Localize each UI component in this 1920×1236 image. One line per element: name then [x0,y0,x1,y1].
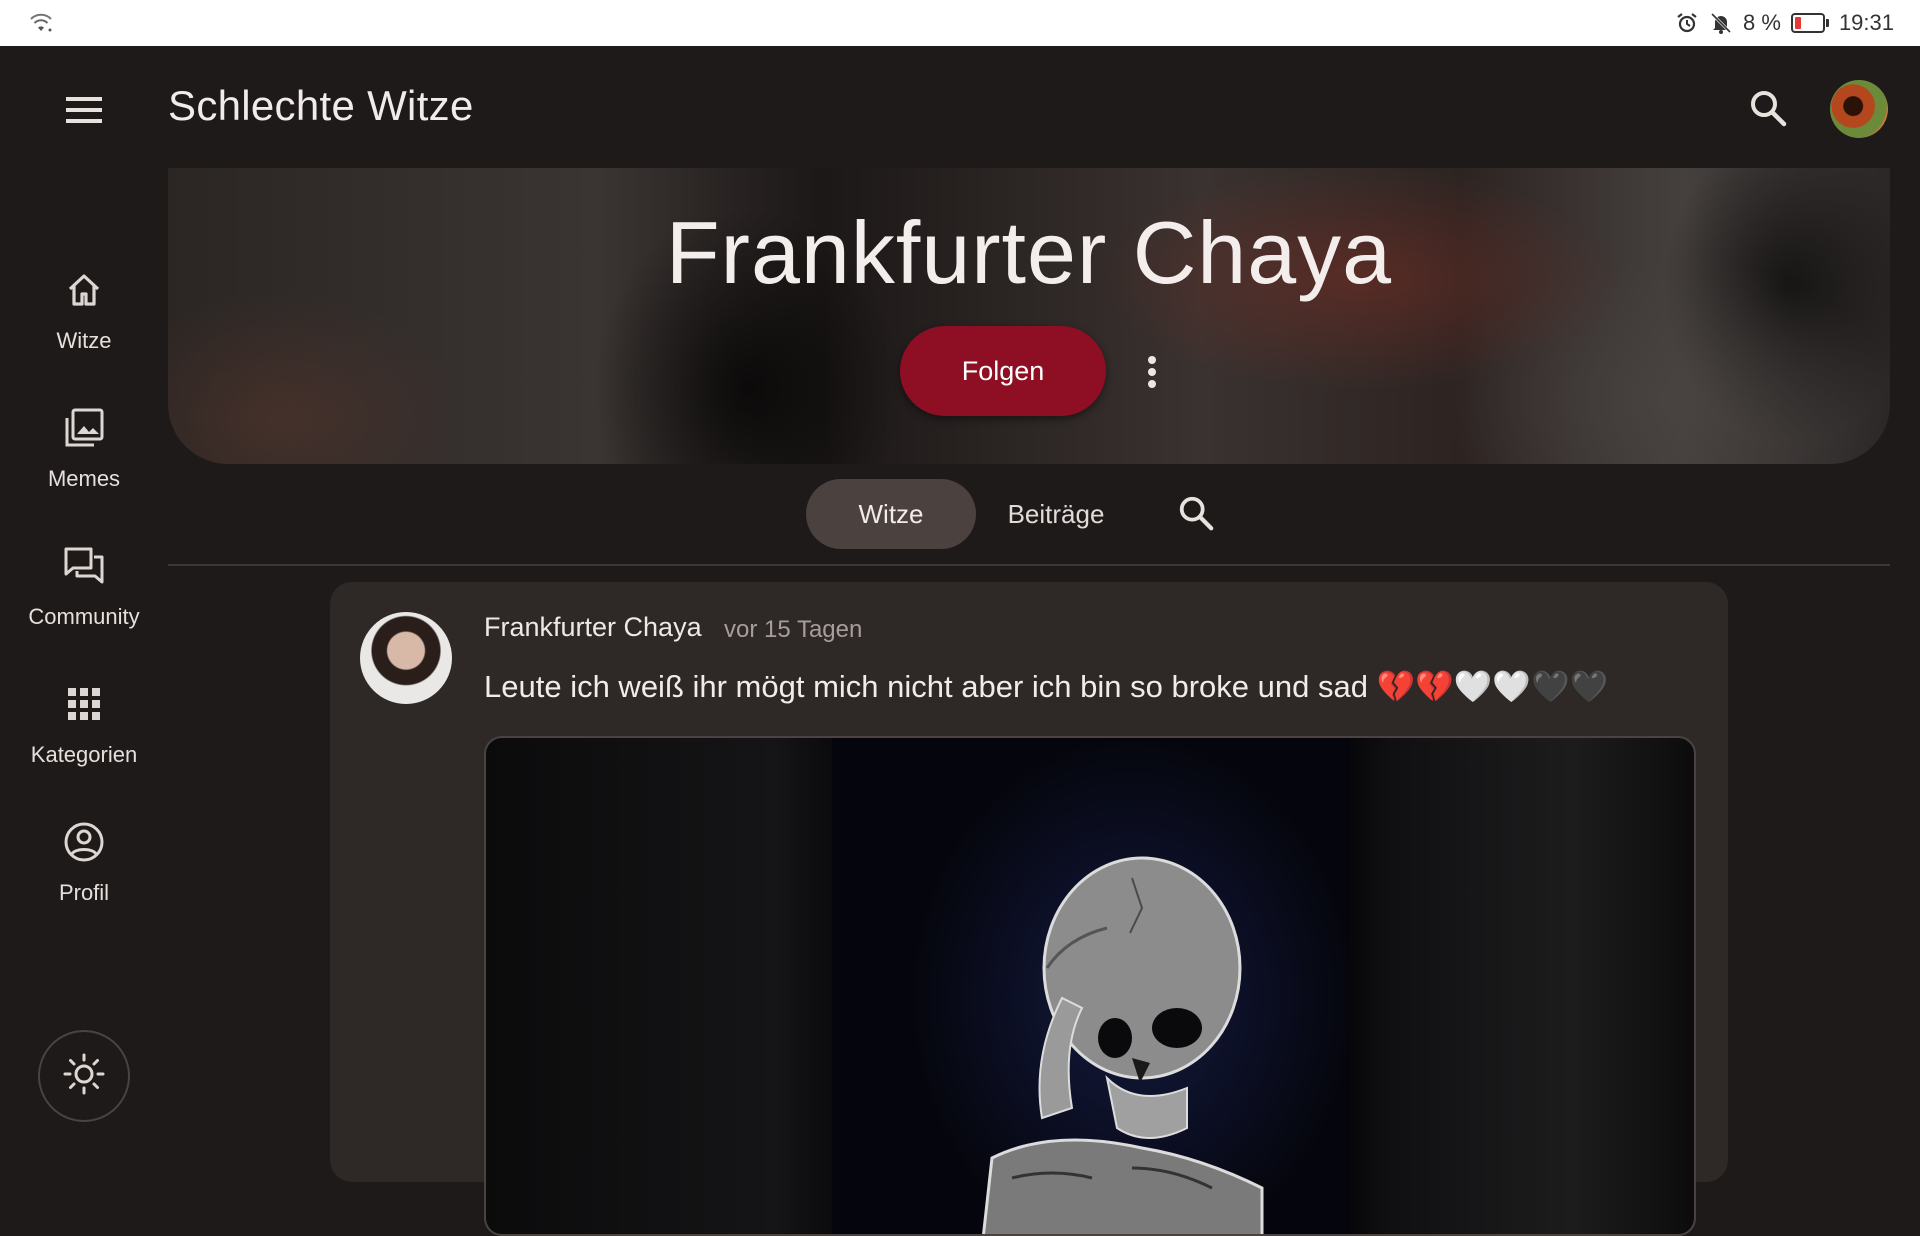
rail-item-profil[interactable]: Profil [0,818,168,938]
profile-tabs: Witze Beiträge [168,464,1890,566]
app-bar: Schlechte Witze [0,46,1920,168]
home-icon [60,266,108,314]
app-title: Schlechte Witze [168,82,474,129]
search-icon[interactable] [1744,84,1792,132]
menu-icon[interactable] [60,86,108,134]
rail-item-community[interactable]: Community [0,542,168,662]
post-text: Leute ich weiß ihr mögt mich nicht aber … [484,669,1609,704]
post-card[interactable]: Frankfurter Chaya vor 15 Tagen Leute ich… [330,582,1728,1236]
wifi-icon [28,11,52,35]
status-bar: 8 % 19:31 [0,0,1920,46]
battery-percent: 8 % [1743,10,1781,35]
skeleton-illustration [982,856,1264,1234]
rail-item-label: Profil [58,880,110,905]
rail-item-witze[interactable]: Witze [0,266,168,386]
post-author-avatar[interactable] [360,612,452,704]
search-icon[interactable] [1172,489,1220,537]
notifications-off-icon [1709,11,1733,35]
grid-icon [60,680,108,728]
image-library-icon [60,404,108,452]
more-vert-icon[interactable] [1130,348,1174,396]
tab-beitraege[interactable]: Beiträge [990,479,1122,549]
profile-banner: Frankfurter Chaya Folgen [168,168,1890,464]
navigation-rail: Witze Memes Community Kategorien Profil [0,168,168,1152]
post-timestamp: vor 15 Tagen [724,616,863,643]
follow-button[interactable]: Folgen [900,326,1106,416]
tab-witze[interactable]: Witze [806,479,976,549]
rail-item-kategorien[interactable]: Kategorien [0,680,168,800]
post-author[interactable]: Frankfurter Chaya [484,612,702,643]
profile-name: Frankfurter Chaya [665,203,1393,302]
post-image-content [832,738,1350,1234]
post-image[interactable] [484,736,1696,1236]
user-avatar[interactable] [1830,80,1888,138]
brightness-icon [62,1052,106,1101]
rail-item-label: Witze [56,328,112,353]
account-circle-icon [60,818,108,866]
theme-toggle-button[interactable] [38,1030,130,1122]
rail-item-label: Community [28,604,140,629]
rail-item-label: Memes [47,466,121,491]
clock: 19:31 [1838,10,1894,35]
rail-item-memes[interactable]: Memes [0,404,168,524]
battery-icon [1790,13,1829,33]
rail-item-label: Kategorien [30,742,138,767]
forum-icon [60,542,108,590]
alarm-icon [1675,11,1699,35]
